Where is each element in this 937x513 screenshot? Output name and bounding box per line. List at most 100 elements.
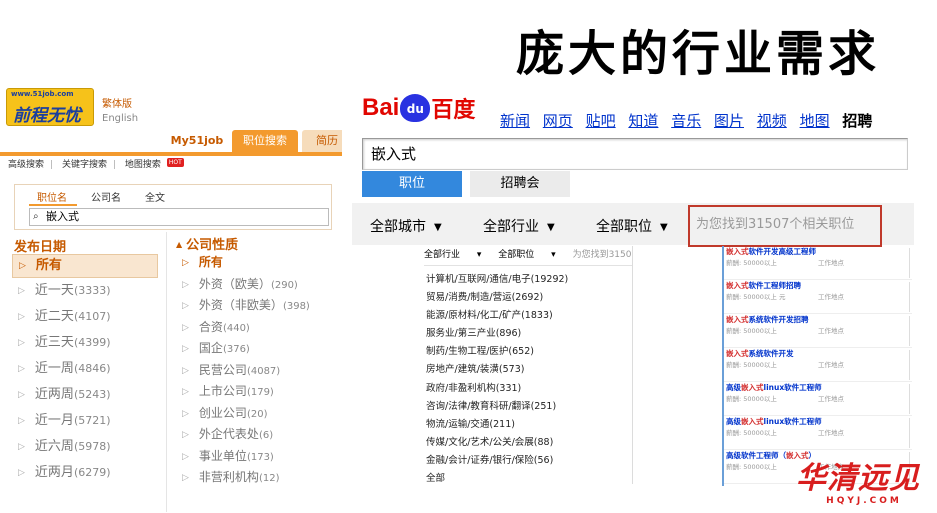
- nav-tieba[interactable]: 贴吧: [586, 112, 616, 130]
- company-type-item[interactable]: ▷ 民营公司(4087): [182, 360, 342, 382]
- date-filter-item[interactable]: ▷ 近一月(5721): [12, 410, 158, 436]
- industry-option[interactable]: 全部: [426, 471, 631, 489]
- job51-subnav: 高级搜索 | 关键字搜索 | 地图搜索 HOT: [8, 156, 190, 174]
- company-type-count: (179): [246, 387, 274, 398]
- job-fair-button[interactable]: 招聘会: [470, 171, 570, 197]
- date-filter-item[interactable]: ▷ 近六周(5978): [12, 436, 158, 462]
- mini-position-filter[interactable]: 全部职位 ▾: [498, 250, 555, 260]
- hqyj-logo-en: HQYJ.COM: [826, 496, 902, 506]
- triangle-right-icon: ▷: [182, 322, 189, 333]
- industry-option[interactable]: 计算机/互联网/通信/电子(19292): [426, 272, 631, 290]
- company-type-item[interactable]: ▷ 创业公司(20): [182, 403, 342, 425]
- triangle-right-icon: ▷: [182, 408, 189, 419]
- mini-industry-filter[interactable]: 全部行业 ▾: [424, 250, 481, 260]
- company-type-count: (440): [222, 322, 250, 334]
- industry-option[interactable]: 咨询/法律/教育科研/翻译(251): [426, 399, 631, 417]
- lang-english-link[interactable]: English: [102, 113, 138, 124]
- date-filter-item[interactable]: ▷ 近二天(4107): [12, 306, 158, 332]
- company-type-item[interactable]: ▷ 所有: [182, 252, 342, 274]
- lang-traditional-link[interactable]: 繁体版: [102, 95, 132, 110]
- city-filter-dropdown[interactable]: 全部城市 ▼: [370, 216, 442, 236]
- job-result-title[interactable]: 嵌入式系统软件开发招聘: [726, 314, 912, 326]
- job51-logo-url: www.51job.com: [11, 90, 74, 98]
- job-result-item[interactable]: 高级嵌入式linux软件工程师 薪酬: 50000以上 工作地点: [724, 416, 912, 450]
- date-filter-label: 近六周: [34, 439, 74, 454]
- baidu-search-input[interactable]: 嵌入式: [362, 138, 908, 170]
- industry-option[interactable]: 物流/运输/交通(211): [426, 417, 631, 435]
- company-type-label: 外企代表处: [198, 427, 259, 441]
- job-result-item[interactable]: 嵌入式软件开发高级工程师 薪酬: 50000以上 工作地点: [724, 246, 912, 280]
- baidu-logo[interactable]: Bai du 百度: [362, 92, 475, 132]
- company-type-item[interactable]: ▷ 事业单位(173): [182, 446, 342, 468]
- date-filter-item[interactable]: ▷ 近一周(4846): [12, 358, 158, 384]
- job51-tabs: My51job 职位搜索 简历: [160, 130, 342, 152]
- triangle-right-icon: ▷: [182, 430, 189, 440]
- date-filter-count: (4846): [73, 362, 111, 375]
- search-seg-fulltext[interactable]: 全文: [145, 189, 165, 204]
- company-type-item[interactable]: ▷ 非营利机构(12): [182, 467, 342, 489]
- job-result-title[interactable]: 嵌入式软件工程师招聘: [726, 280, 912, 292]
- company-type-item[interactable]: ▷ 国企(376): [182, 338, 342, 360]
- keyword-search-link[interactable]: 关键字搜索: [62, 160, 107, 170]
- job-result-item[interactable]: 嵌入式系统软件开发招聘 薪酬: 50000以上 工作地点: [724, 314, 912, 348]
- industry-option[interactable]: 政府/非盈利机构(331): [426, 381, 631, 399]
- company-type-item[interactable]: ▷ 外资（非欧美）(398): [182, 295, 342, 317]
- company-type-count: (6): [258, 430, 274, 441]
- triangle-right-icon: ▷: [18, 286, 25, 296]
- industry-option[interactable]: 制药/生物工程/医护(652): [426, 344, 631, 362]
- industry-option[interactable]: 传媒/文化/艺术/公关/会展(88): [426, 435, 631, 453]
- job-result-item[interactable]: 嵌入式系统软件开发 薪酬: 50000以上 工作地点: [724, 348, 912, 382]
- date-filter-label: 所有: [35, 258, 62, 273]
- nav-music[interactable]: 音乐: [671, 112, 701, 130]
- industry-option[interactable]: 贸易/消费/制造/营运(2692): [426, 290, 631, 308]
- advanced-search-link[interactable]: 高级搜索: [8, 160, 44, 170]
- job-result-title[interactable]: 嵌入式系统软件开发: [726, 348, 912, 360]
- job51-logo[interactable]: www.51job.com 前程无忧: [6, 88, 94, 126]
- industry-option[interactable]: 能源/原材料/化工/矿产(1833): [426, 308, 631, 326]
- date-filter-item[interactable]: ▷ 所有: [12, 254, 158, 278]
- triangle-right-icon: ▷: [182, 301, 189, 311]
- job-result-title[interactable]: 高级嵌入式linux软件工程师: [726, 382, 912, 394]
- company-type-label: 非营利机构: [198, 470, 259, 484]
- company-type-list: ▷ 所有 ▷ 外资（欧美）(290) ▷ 外资（非欧美）(398) ▷ 合资(440) …: [182, 252, 342, 489]
- company-type-item[interactable]: ▷ 外企代表处(6): [182, 424, 342, 446]
- tab-resume[interactable]: 简历: [302, 130, 342, 152]
- job51-search-input[interactable]: ⌕ 嵌入式: [29, 208, 329, 226]
- search-seg-company[interactable]: 公司名: [91, 189, 121, 204]
- company-type-heading: 公司性质: [176, 234, 238, 253]
- company-type-item[interactable]: ▷ 外资（欧美）(290): [182, 274, 342, 296]
- job-result-title[interactable]: 嵌入式软件开发高级工程师: [726, 246, 912, 258]
- job-result-meta: 薪酬: 50000以上 工作地点: [726, 395, 844, 403]
- triangle-right-icon: ▷: [19, 261, 26, 271]
- date-filter-count: (5243): [73, 388, 111, 401]
- tab-my51job[interactable]: My51job: [166, 130, 228, 152]
- company-type-label: 民营公司: [198, 362, 247, 377]
- position-filter-dropdown[interactable]: 全部职位 ▼: [596, 216, 668, 236]
- nav-zhidao[interactable]: 知道: [628, 112, 658, 130]
- search-seg-job-name[interactable]: 职位名: [37, 189, 67, 204]
- date-filter-item[interactable]: ▷ 近三天(4399): [12, 332, 158, 358]
- industry-option[interactable]: 服务业/第三产业(896): [426, 326, 631, 344]
- date-filter-item[interactable]: ▷ 近两月(6279): [12, 462, 158, 488]
- industry-filter-dropdown[interactable]: 全部行业 ▼: [483, 216, 555, 236]
- company-type-item[interactable]: ▷ 上市公司(179): [182, 381, 342, 403]
- search-icon: ⌕: [33, 211, 39, 222]
- industry-option[interactable]: 房地产/建筑/装潢(573): [426, 362, 631, 380]
- nav-news[interactable]: 新闻: [500, 112, 530, 130]
- triangle-right-icon: ▷: [182, 258, 189, 268]
- map-search-link[interactable]: 地图搜索: [125, 160, 161, 170]
- nav-map[interactable]: 地图: [800, 112, 830, 130]
- date-filter-item[interactable]: ▷ 近一天(3333): [12, 280, 158, 306]
- date-filter-item[interactable]: ▷ 近两周(5243): [12, 384, 158, 410]
- tab-job-search[interactable]: 职位搜索: [232, 130, 298, 152]
- industry-option[interactable]: 金融/会计/证券/银行/保险(56): [426, 453, 631, 471]
- job-result-item[interactable]: 高级嵌入式linux软件工程师 薪酬: 50000以上 工作地点: [724, 382, 912, 416]
- nav-images[interactable]: 图片: [714, 112, 744, 130]
- position-button[interactable]: 职位: [362, 171, 462, 197]
- job-result-item[interactable]: 嵌入式软件工程师招聘 薪酬: 50000以上 元工作地点: [724, 280, 912, 314]
- nav-jobs-current[interactable]: 招聘: [842, 112, 872, 130]
- company-type-item[interactable]: ▷ 合资(440): [182, 317, 342, 339]
- nav-video[interactable]: 视频: [757, 112, 787, 130]
- job-result-title[interactable]: 高级嵌入式linux软件工程师: [726, 416, 912, 428]
- nav-web[interactable]: 网页: [543, 112, 573, 130]
